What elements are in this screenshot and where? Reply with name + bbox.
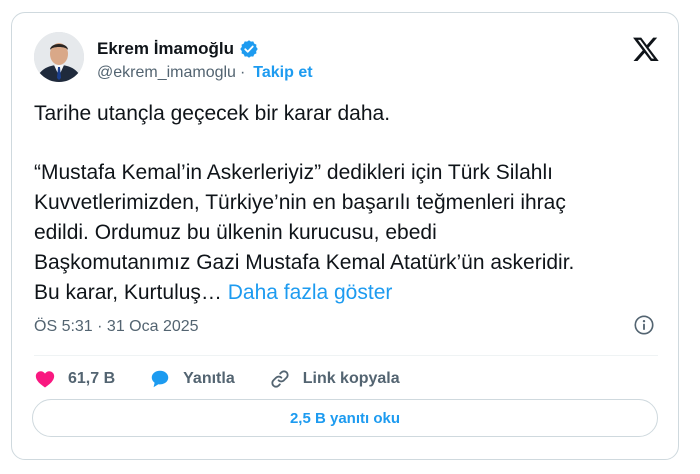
- verified-badge-icon: [240, 40, 258, 58]
- like-count: 61,7 B: [68, 370, 116, 387]
- link-icon: [271, 370, 289, 388]
- like-button[interactable]: 61,7 B: [34, 368, 115, 390]
- read-replies-button[interactable]: 2,5 B yanıtı oku: [32, 399, 658, 437]
- info-icon[interactable]: [633, 314, 655, 336]
- action-bar: 61,7 B Yanıtla Link kopyala: [34, 365, 434, 393]
- copy-link-button[interactable]: Link kopyala: [269, 368, 400, 390]
- reply-button[interactable]: Yanıtla: [149, 368, 235, 390]
- read-replies-label: 2,5 B yanıtı oku: [289, 409, 401, 427]
- follow-button[interactable]: Takip et: [253, 64, 312, 82]
- reply-bubble-icon: [151, 370, 169, 388]
- avatar[interactable]: [34, 32, 84, 82]
- separator-dot: ·: [239, 64, 246, 81]
- show-more-link[interactable]: Daha fazla göster: [228, 281, 393, 304]
- heart-icon: [35, 371, 55, 388]
- author-name-row: Ekrem İmamoğlu: [97, 39, 259, 59]
- copy-link-label: Link kopyala: [302, 370, 400, 387]
- divider: [34, 355, 658, 356]
- avatar-image: [34, 32, 84, 82]
- tweet-text: Tarihe utançla geçecek bir karar daha. “…: [34, 99, 664, 308]
- tweet-card: Ekrem İmamoğlu @ekrem_imamoglu · Takip e…: [11, 12, 679, 460]
- tweet-paragraph-1: Tarihe utançla geçecek bir karar daha.: [34, 102, 391, 125]
- author-name[interactable]: Ekrem İmamoğlu: [97, 39, 234, 59]
- tweet-timestamp[interactable]: ÖS 5:31 · 31 Oca 2025: [34, 318, 199, 336]
- reply-label: Yanıtla: [183, 370, 235, 387]
- x-logo-icon[interactable]: [632, 35, 660, 63]
- author-handle[interactable]: @ekrem_imamoglu: [97, 64, 236, 82]
- author-handle-row: @ekrem_imamoglu · Takip et: [97, 64, 313, 82]
